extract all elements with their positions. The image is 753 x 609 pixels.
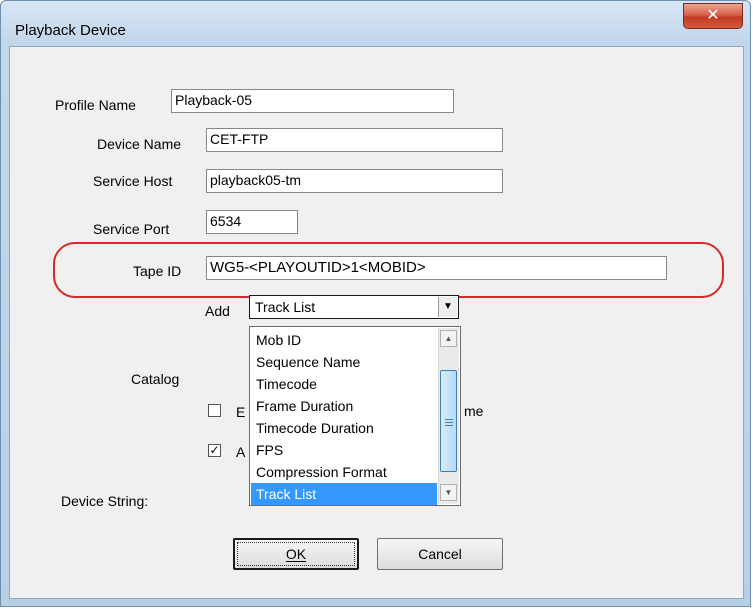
close-button[interactable]: ✕ — [683, 3, 743, 29]
dropdown-item-timecode-duration[interactable]: Timecode Duration — [254, 417, 438, 439]
service-host-field[interactable]: playback05-tm — [206, 169, 503, 193]
tape-id-field[interactable]: WG5-<PLAYOUTID>1<MOBID> — [206, 256, 667, 280]
chevron-down-icon[interactable]: ▼ — [438, 297, 457, 317]
cancel-button[interactable]: Cancel — [377, 538, 503, 570]
service-port-label: Service Port — [93, 221, 170, 237]
ok-button[interactable]: OK — [233, 538, 359, 570]
grip-line — [445, 419, 453, 420]
dropdown-item-timecode[interactable]: Timecode — [254, 373, 438, 395]
playback-device-dialog: Playback Device ✕ Profile Name Playback-… — [0, 0, 751, 607]
cancel-button-label: Cancel — [418, 546, 462, 562]
dropdown-item-mob-id[interactable]: Mob ID — [254, 329, 438, 351]
checkbox-e[interactable] — [208, 404, 221, 417]
grip-line — [445, 422, 453, 423]
dialog-title: Playback Device — [15, 22, 126, 39]
profile-name-label: Profile Name — [55, 97, 136, 113]
dropdown-item-track-list[interactable]: Track List — [251, 483, 437, 505]
dropdown-item-frame-duration[interactable]: Frame Duration — [254, 395, 438, 417]
checkbox-e-label-tail: me — [464, 403, 484, 419]
service-port-field[interactable]: 6534 — [206, 210, 298, 234]
scroll-up-icon[interactable]: ▲ — [440, 330, 457, 347]
checkbox-a[interactable]: ✓ — [208, 444, 221, 457]
dropdown-item-fps[interactable]: FPS — [254, 439, 438, 461]
service-host-label: Service Host — [93, 173, 173, 189]
device-string-label: Device String: — [61, 493, 149, 509]
scroll-down-icon[interactable]: ▼ — [440, 484, 457, 501]
grip-line — [445, 425, 453, 426]
device-name-label: Device Name — [97, 136, 182, 152]
tape-id-label: Tape ID — [133, 263, 182, 279]
checkbox-e-label: E — [236, 404, 246, 420]
add-dropdown-list[interactable]: Mob ID Sequence Name Timecode Frame Dura… — [249, 326, 461, 506]
dropdown-item-sequence-name[interactable]: Sequence Name — [254, 351, 438, 373]
scrollbar-thumb[interactable] — [440, 370, 457, 472]
device-name-field[interactable]: CET-FTP — [206, 128, 503, 152]
checkbox-a-label: A — [236, 444, 246, 460]
title-bar[interactable]: Playback Device ✕ — [1, 1, 750, 41]
dropdown-scrollbar[interactable]: ▲ ▼ — [438, 328, 459, 504]
add-combobox-value: Track List — [255, 299, 316, 315]
add-combobox[interactable]: Track List ▼ — [249, 295, 459, 319]
close-icon: ✕ — [706, 7, 720, 24]
catalog-label: Catalog — [131, 371, 180, 387]
dropdown-item-compression-format[interactable]: Compression Format — [254, 461, 438, 483]
ok-button-label: OK — [285, 546, 307, 562]
profile-name-field[interactable]: Playback-05 — [171, 89, 454, 113]
checkmark-icon: ✓ — [209, 443, 220, 457]
add-label: Add — [205, 303, 230, 319]
